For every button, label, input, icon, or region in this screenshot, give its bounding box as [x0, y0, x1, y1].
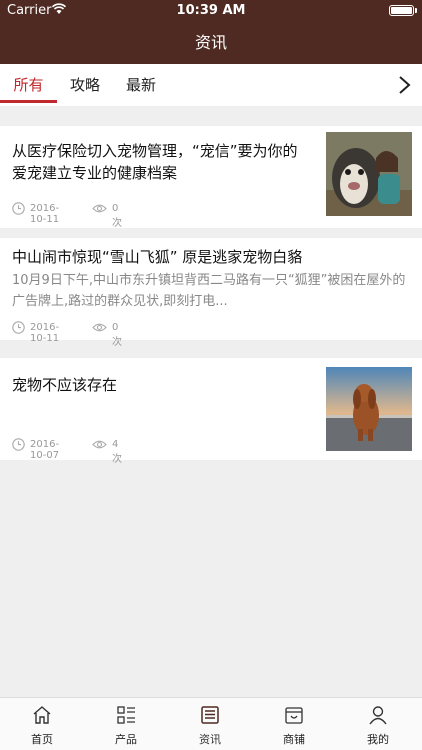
battery-tip — [415, 8, 417, 13]
article-views: 4次 — [112, 439, 122, 465]
battery-icon — [389, 5, 414, 16]
nav-bar: 资讯 — [0, 22, 422, 64]
tabbar-label: 资讯 — [199, 733, 221, 746]
dog-on-beach-image — [326, 367, 412, 451]
article-views: 0次 — [112, 203, 122, 229]
news-icon — [201, 706, 219, 724]
tabbar-label: 产品 — [115, 733, 137, 746]
tabbar-item-shop[interactable]: 商铺 — [252, 698, 336, 750]
eye-icon — [92, 204, 107, 213]
article-title: 从医疗保险切入宠物管理，“宠信”要为你的爱宠建立专业的健康档案 — [12, 142, 298, 182]
tabbar-label: 我的 — [367, 733, 389, 746]
page-title: 资讯 — [194, 33, 227, 52]
article-thumbnail — [326, 367, 412, 451]
tabbar-label: 首页 — [31, 733, 53, 746]
tabbar-item-me[interactable]: 我的 — [336, 698, 420, 750]
grid-list-icon — [117, 706, 135, 724]
clock-icon — [12, 438, 25, 451]
clock-icon — [12, 202, 25, 215]
tab-latest[interactable]: 最新 — [113, 64, 169, 106]
category-tabs: 所有 攻略 最新 — [0, 64, 422, 106]
tabbar-label: 商铺 — [283, 733, 305, 746]
bottom-tab-bar: 首页 产品 资讯 商铺 我的 — [0, 697, 422, 750]
clock-icon — [12, 321, 25, 334]
article-thumbnail — [326, 132, 412, 216]
home-icon — [33, 706, 51, 724]
article-date: 2016-10-07 — [30, 439, 60, 461]
article-date: 2016-10-11 — [30, 322, 60, 344]
article-card[interactable]: 宠物不应该存在 2016-10-07 4次 — [0, 358, 422, 465]
shop-icon — [285, 707, 303, 724]
eye-icon — [92, 440, 107, 449]
article-card[interactable]: 中山闹市惊现“雪山飞狐” 原是逃家宠物白貉 10月9日下午,中山市东升镇坦背西二… — [0, 238, 422, 348]
tabbar-item-home[interactable]: 首页 — [0, 698, 84, 750]
clock-time: 10:39 AM — [176, 3, 246, 18]
status-bar: Carrier 10:39 AM — [0, 0, 422, 22]
tabbar-item-news[interactable]: 资讯 — [168, 698, 252, 750]
article-card[interactable]: 从医疗保险切入宠物管理，“宠信”要为你的爱宠建立专业的健康档案 2016-10-… — [0, 126, 422, 229]
tabbar-item-products[interactable]: 产品 — [84, 698, 168, 750]
article-views: 0次 — [112, 322, 122, 348]
tab-guides[interactable]: 攻略 — [57, 64, 113, 106]
chevron-right-icon[interactable] — [394, 74, 414, 96]
article-summary: 10月9日下午,中山市东升镇坦背西二马路有一只“狐狸”被困在屋外的广告牌上,路过… — [12, 273, 406, 309]
article-title: 宠物不应该存在 — [12, 376, 118, 394]
article-date: 2016-10-11 — [30, 203, 60, 225]
active-tab-indicator — [0, 100, 57, 103]
article-title: 中山闹市惊现“雪山飞狐” 原是逃家宠物白貉 — [12, 248, 303, 266]
user-icon — [369, 706, 387, 725]
eye-icon — [92, 323, 107, 332]
dog-and-girl-image — [326, 132, 412, 216]
